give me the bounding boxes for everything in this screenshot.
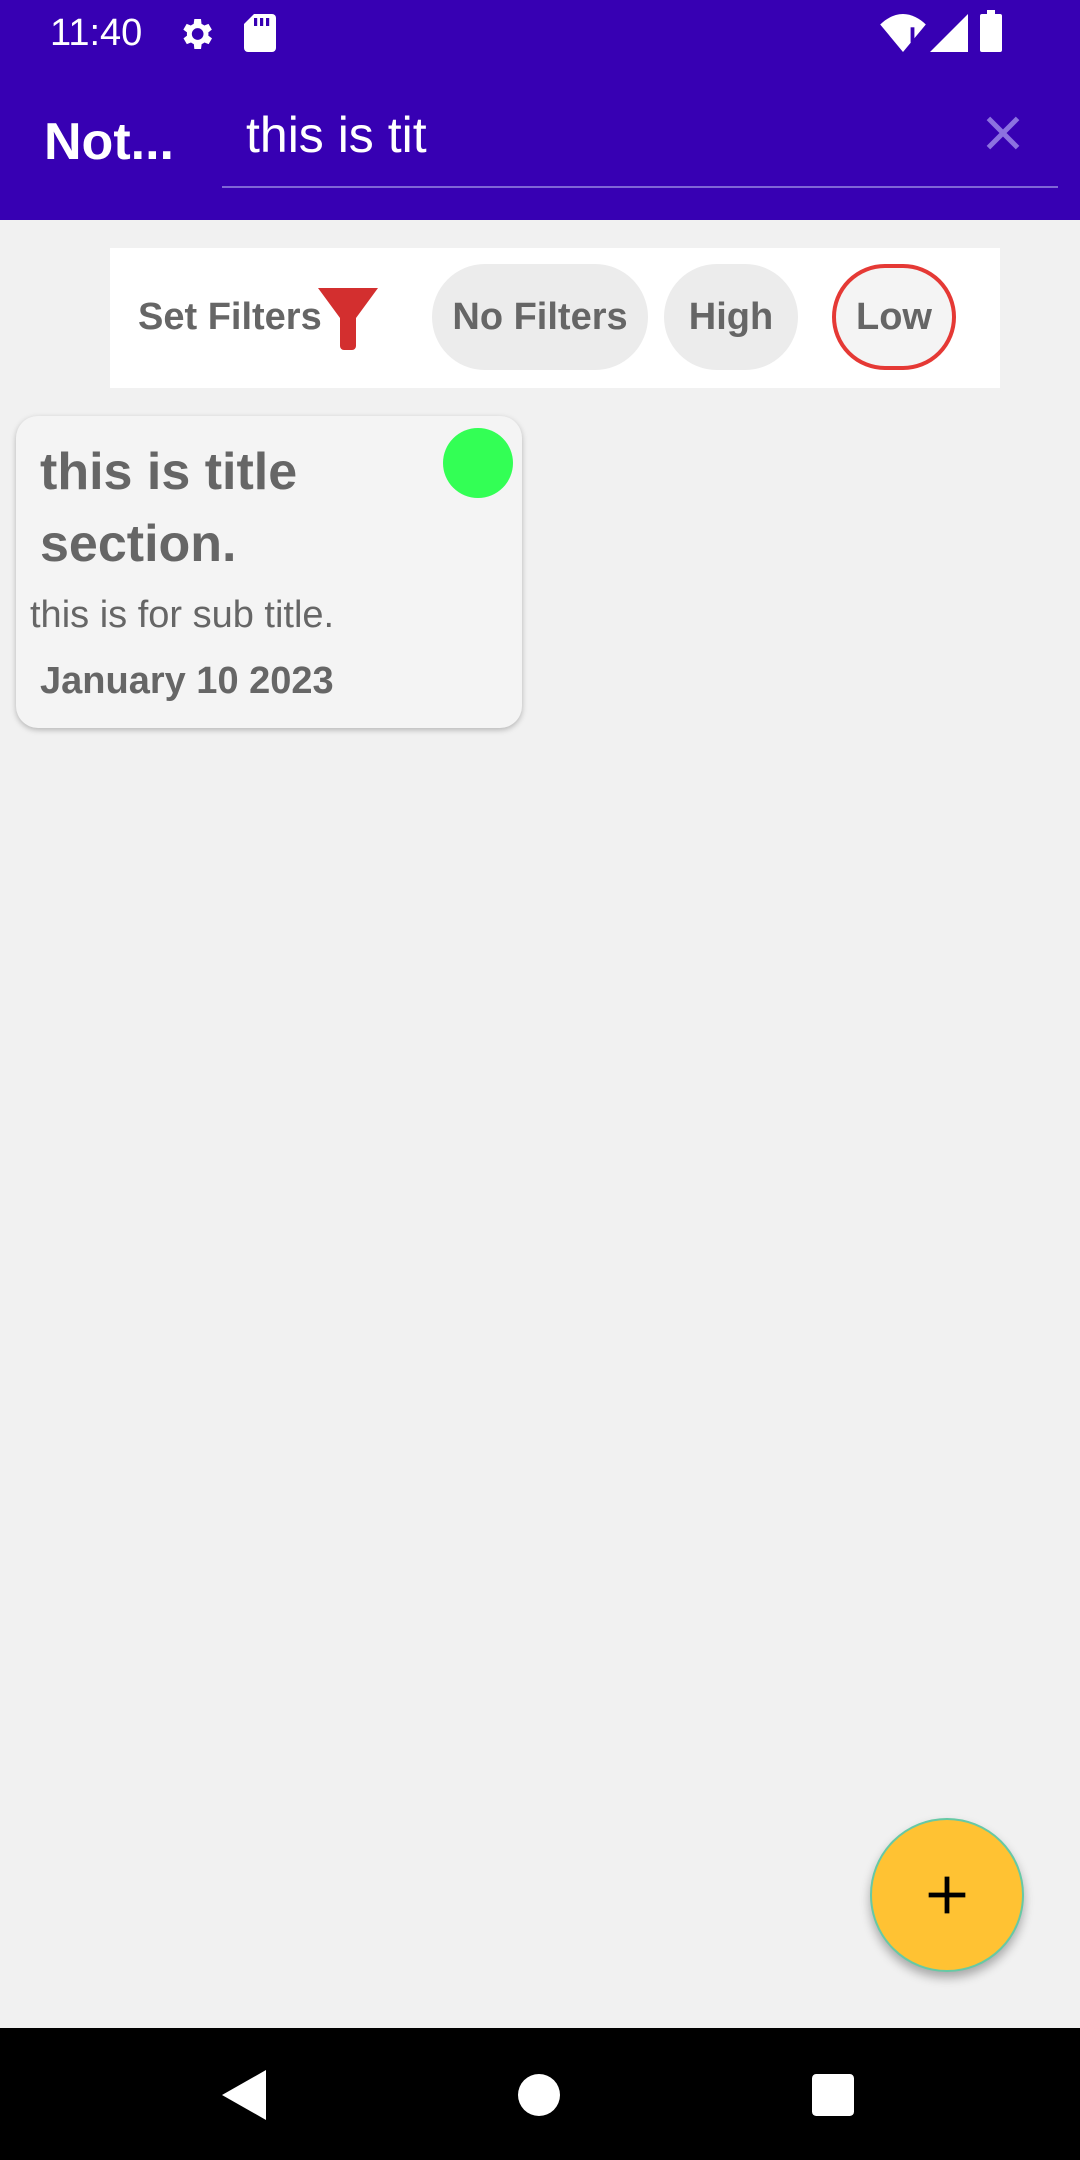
search-input[interactable] <box>244 102 968 168</box>
recents-icon[interactable] <box>812 2074 854 2116</box>
wifi-alert-icon <box>880 14 926 52</box>
app-bar: Not... <box>0 66 1080 220</box>
close-icon[interactable] <box>978 108 1028 158</box>
chip-no-filters[interactable]: No Filters <box>432 264 648 370</box>
chip-label: Low <box>856 295 932 338</box>
note-card[interactable]: this is title section. this is for sub t… <box>16 416 522 728</box>
status-bar: 11:40 <box>0 0 1080 66</box>
home-icon[interactable] <box>518 2074 560 2116</box>
funnel-icon[interactable] <box>318 288 378 350</box>
chip-high[interactable]: High <box>664 264 798 370</box>
settings-icon <box>183 19 212 49</box>
app-title: Not... <box>44 113 174 171</box>
note-subtitle: this is for sub title. <box>30 594 335 636</box>
note-title: this is title section. <box>40 443 298 573</box>
status-time: 11:40 <box>50 12 143 54</box>
chip-label: No Filters <box>452 295 628 338</box>
chip-low[interactable]: Low <box>832 264 956 370</box>
sd-card-icon <box>244 14 276 52</box>
set-filters-label: Set Filters <box>138 296 322 338</box>
priority-indicator <box>443 428 513 498</box>
add-note-button[interactable] <box>870 1818 1024 1972</box>
search-field[interactable] <box>222 86 1058 188</box>
note-date: January 10 2023 <box>40 660 334 702</box>
add-icon <box>928 1876 966 1914</box>
filter-bar: Set Filters No Filters High Low <box>110 248 1000 388</box>
signal-icon <box>930 14 968 52</box>
chip-label: High <box>688 295 774 338</box>
navigation-bar <box>0 2028 1080 2160</box>
battery-icon <box>980 10 1002 52</box>
back-icon[interactable] <box>222 2070 266 2120</box>
